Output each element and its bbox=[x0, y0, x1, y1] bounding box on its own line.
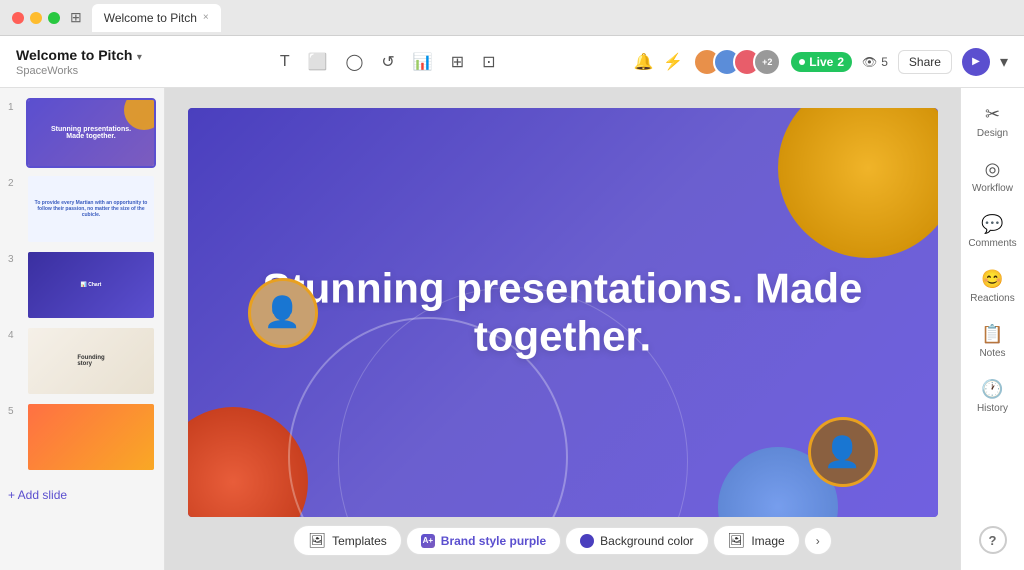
comments-label: Comments bbox=[968, 238, 1016, 249]
canvas-area: Stunning presentations. Made together. 👤… bbox=[165, 88, 960, 570]
tab-close-icon[interactable]: × bbox=[203, 12, 209, 23]
slide-item-2[interactable]: 2 To provide every Martian with an oppor… bbox=[8, 174, 156, 244]
right-panel-comments[interactable]: 💬 Comments bbox=[966, 206, 1020, 257]
brand-style-button[interactable]: A+ Brand style purple bbox=[406, 527, 561, 555]
right-panel-design[interactable]: ✂ Design bbox=[966, 96, 1020, 147]
slide-item-5[interactable]: 5 bbox=[8, 402, 156, 472]
app-title-group: Welcome to Pitch ▾ SpaceWorks bbox=[16, 47, 142, 77]
workflow-icon: ◎ bbox=[985, 159, 1001, 180]
slide-thumb-1[interactable]: Stunning presentations.Made together. bbox=[26, 98, 156, 168]
toolbar: Welcome to Pitch ▾ SpaceWorks T ⬜ ◯ ↺ 📊 … bbox=[0, 36, 1024, 88]
slide-number-1: 1 bbox=[8, 98, 20, 113]
templates-label: Templates bbox=[332, 534, 387, 548]
bg-color-dot bbox=[580, 534, 594, 548]
live-label: Live bbox=[809, 55, 833, 69]
slide-item-1[interactable]: 1 Stunning presentations.Made together. bbox=[8, 98, 156, 168]
close-button[interactable] bbox=[12, 12, 24, 24]
scissors-icon: ✂ bbox=[985, 104, 1000, 125]
embed-tool-icon[interactable]: ⊡ bbox=[482, 52, 495, 72]
live-count: 2 bbox=[837, 55, 844, 69]
play-button[interactable]: ▶ bbox=[962, 48, 990, 76]
toolbar-right: 🔔 ⚡ +2 Live 2 👁 5 Share ▶ ▾ bbox=[633, 48, 1008, 76]
grid-icon: ⊞ bbox=[70, 9, 82, 26]
tab-label: Welcome to Pitch bbox=[104, 11, 197, 25]
collaborator-avatars: +2 bbox=[693, 48, 781, 76]
title-bar: ⊞ Welcome to Pitch × bbox=[0, 0, 1024, 36]
background-color-button[interactable]: Background color bbox=[565, 527, 708, 555]
templates-icon: 🖼 bbox=[308, 532, 326, 549]
table-tool-icon[interactable]: ⊞ bbox=[451, 52, 464, 72]
add-slide-label: + Add slide bbox=[8, 488, 67, 502]
brand-style-label: Brand style purple bbox=[441, 534, 546, 548]
notes-label: Notes bbox=[979, 348, 1005, 359]
bolt-icon[interactable]: ⚡ bbox=[663, 52, 683, 72]
image-button[interactable]: 🖼 Image bbox=[713, 525, 800, 556]
toolbar-center: T ⬜ ◯ ↺ 📊 ⊞ ⊡ bbox=[280, 52, 496, 72]
templates-button[interactable]: 🖼 Templates bbox=[293, 525, 401, 556]
image-label: Image bbox=[751, 534, 784, 548]
slide-thumb-2[interactable]: To provide every Martian with an opportu… bbox=[26, 174, 156, 244]
notification-icon[interactable]: 🔔 bbox=[633, 52, 653, 72]
help-button[interactable]: ? bbox=[979, 526, 1007, 554]
right-panel-history[interactable]: 🕐 History bbox=[966, 371, 1020, 422]
arrow-tool-icon[interactable]: ↺ bbox=[381, 52, 394, 72]
text-tool-icon[interactable]: T bbox=[280, 53, 290, 71]
avatar-overflow: +2 bbox=[753, 48, 781, 76]
image-tool-icon[interactable]: ⬜ bbox=[308, 52, 328, 72]
share-button[interactable]: Share bbox=[898, 50, 952, 74]
canvas-main-text[interactable]: Stunning presentations. Made together. bbox=[263, 264, 863, 361]
reactions-label: Reactions bbox=[970, 293, 1014, 304]
image-icon: 🖼 bbox=[728, 532, 746, 549]
slide-item-3[interactable]: 3 📊 Chart bbox=[8, 250, 156, 320]
toolbar-left: Welcome to Pitch ▾ SpaceWorks bbox=[16, 47, 142, 77]
live-badge: Live 2 bbox=[791, 52, 852, 72]
comments-icon: 💬 bbox=[981, 214, 1003, 235]
reactions-icon: 😊 bbox=[981, 269, 1003, 290]
slide-number-3: 3 bbox=[8, 250, 20, 265]
app-title: Welcome to Pitch bbox=[16, 47, 132, 63]
slide-thumb-4[interactable]: Foundingstory bbox=[26, 326, 156, 396]
chart-tool-icon[interactable]: 📊 bbox=[413, 52, 433, 72]
slide-number-5: 5 bbox=[8, 402, 20, 417]
right-panel-workflow[interactable]: ◎ Workflow bbox=[966, 151, 1020, 202]
title-bar-tab[interactable]: Welcome to Pitch × bbox=[92, 4, 221, 32]
add-slide-button[interactable]: + Add slide bbox=[8, 482, 156, 508]
right-panel-notes[interactable]: 📋 Notes bbox=[966, 316, 1020, 367]
person-avatar-2: 👤 bbox=[808, 417, 878, 487]
more-button[interactable]: › bbox=[804, 527, 832, 555]
notes-icon: 📋 bbox=[981, 324, 1003, 345]
history-icon: 🕐 bbox=[981, 379, 1003, 400]
more-options-icon[interactable]: ▾ bbox=[1000, 52, 1008, 72]
live-dot bbox=[799, 59, 805, 65]
background-color-label: Background color bbox=[600, 534, 693, 548]
app-subtitle: SpaceWorks bbox=[16, 65, 142, 77]
minimize-button[interactable] bbox=[30, 12, 42, 24]
history-label: History bbox=[977, 403, 1008, 414]
slide-number-4: 4 bbox=[8, 326, 20, 341]
design-label: Design bbox=[977, 128, 1008, 139]
slide-thumb-5[interactable] bbox=[26, 402, 156, 472]
slide-canvas[interactable]: Stunning presentations. Made together. 👤… bbox=[188, 108, 938, 517]
views-count: 👁 5 bbox=[862, 55, 888, 69]
traffic-lights bbox=[12, 12, 60, 24]
help-label: ? bbox=[989, 533, 997, 548]
slide-number-2: 2 bbox=[8, 174, 20, 189]
right-panel: ✂ Design ◎ Workflow 💬 Comments 😊 Reactio… bbox=[960, 88, 1024, 570]
shape-tool-icon[interactable]: ◯ bbox=[346, 52, 364, 72]
views-number: 5 bbox=[881, 55, 888, 69]
slide-panel: 1 Stunning presentations.Made together. … bbox=[0, 88, 165, 570]
person-avatar-1: 👤 bbox=[248, 278, 318, 348]
brand-style-indicator: A+ bbox=[421, 534, 435, 548]
right-panel-reactions[interactable]: 😊 Reactions bbox=[966, 261, 1020, 312]
slide-item-4[interactable]: 4 Foundingstory bbox=[8, 326, 156, 396]
maximize-button[interactable] bbox=[48, 12, 60, 24]
workflow-label: Workflow bbox=[972, 183, 1013, 194]
eye-icon: 👁 bbox=[862, 55, 877, 69]
slide-thumb-3[interactable]: 📊 Chart bbox=[26, 250, 156, 320]
main-area: 1 Stunning presentations.Made together. … bbox=[0, 88, 1024, 570]
bottom-toolbar: 🖼 Templates A+ Brand style purple Backgr… bbox=[293, 517, 831, 560]
title-chevron-icon[interactable]: ▾ bbox=[137, 52, 142, 63]
